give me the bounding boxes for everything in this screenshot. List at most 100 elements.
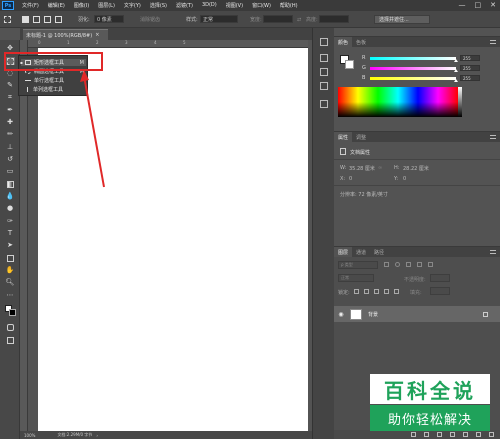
menu-type[interactable]: 文字(Y): [124, 2, 141, 9]
close-button[interactable]: ✕: [490, 1, 496, 10]
lock-image-icon[interactable]: [364, 289, 369, 294]
visibility-eye-icon[interactable]: ◉: [336, 311, 346, 318]
brush-panel-icon[interactable]: [320, 54, 328, 62]
layer-row-background[interactable]: ◉ 背景: [334, 306, 500, 322]
maximize-button[interactable]: □: [475, 1, 482, 10]
move-tool-icon[interactable]: ✥: [5, 44, 15, 52]
dodge-tool-icon[interactable]: ●: [5, 204, 15, 212]
height-input[interactable]: [319, 15, 349, 23]
lock-all-icon[interactable]: [394, 289, 399, 294]
pen-tool-icon[interactable]: ✑: [5, 217, 15, 225]
tab-layers[interactable]: 图层: [334, 247, 353, 257]
menu-image[interactable]: 图像(I): [74, 2, 89, 9]
red-track[interactable]: [370, 56, 458, 62]
add-selection-icon[interactable]: [33, 15, 40, 24]
green-track[interactable]: [370, 66, 458, 72]
menu-layer[interactable]: 图层(L): [98, 2, 115, 9]
path-select-tool-icon[interactable]: ➤: [5, 241, 15, 249]
green-value-input[interactable]: 255: [460, 65, 480, 71]
grayscale-ramp[interactable]: [458, 87, 462, 117]
layer-kind-filter[interactable]: ρ 类型: [338, 261, 378, 269]
blur-tool-icon[interactable]: 💧: [5, 192, 15, 200]
blue-slider[interactable]: B 255: [362, 75, 490, 82]
filter-shape-icon[interactable]: [417, 262, 422, 267]
flyout-item-single-row-marquee[interactable]: 单行选框工具: [21, 77, 86, 84]
menu-file[interactable]: 文件(F): [22, 2, 39, 9]
link-icon[interactable]: ∞: [378, 165, 382, 171]
history-brush-tool-icon[interactable]: ↺: [5, 155, 15, 163]
x-prop-value[interactable]: 0: [349, 176, 352, 182]
tab-color[interactable]: 颜色: [334, 37, 353, 47]
height-prop-value[interactable]: 28.22 厘米: [403, 165, 429, 172]
brush-tool-icon[interactable]: ✏: [5, 130, 15, 138]
green-slider[interactable]: G 255: [362, 65, 490, 72]
blue-track[interactable]: [370, 76, 458, 82]
feather-input[interactable]: 0 像素: [94, 15, 124, 23]
crop-tool-icon[interactable]: ⌗: [5, 93, 15, 101]
lock-artboard-icon[interactable]: [384, 289, 389, 294]
healing-brush-tool-icon[interactable]: ✚: [5, 118, 15, 126]
flyout-item-single-column-marquee[interactable]: 单列选框工具: [21, 86, 86, 93]
filter-smart-icon[interactable]: [428, 262, 433, 267]
layer-name[interactable]: 背景: [368, 311, 378, 318]
tool-preset-icon[interactable]: [4, 15, 11, 24]
intersect-selection-icon[interactable]: [55, 15, 62, 24]
background-color-swatch[interactable]: [345, 60, 354, 69]
panel-menu-icon[interactable]: [490, 250, 496, 254]
quick-mask-icon[interactable]: [5, 323, 15, 331]
eraser-tool-icon[interactable]: ▭: [5, 167, 15, 175]
color-swatches-icon[interactable]: [5, 305, 17, 317]
document-canvas[interactable]: [38, 48, 308, 431]
menu-select[interactable]: 选择(S): [150, 2, 167, 9]
menu-3d[interactable]: 3D(D): [202, 2, 217, 9]
cube-panel-icon[interactable]: [320, 100, 328, 108]
panel-menu-icon[interactable]: [490, 40, 496, 44]
menu-window[interactable]: 窗口(W): [252, 2, 271, 9]
style-select[interactable]: 正常: [200, 15, 238, 23]
menu-view[interactable]: 视图(V): [226, 2, 243, 9]
new-selection-icon[interactable]: [22, 15, 29, 24]
menu-filter[interactable]: 滤镜(T): [176, 2, 193, 9]
tab-swatches[interactable]: 色板: [352, 37, 370, 47]
minimize-button[interactable]: —: [459, 1, 466, 10]
opacity-input[interactable]: [430, 274, 450, 282]
select-and-mask-button[interactable]: 选择并遮住...: [374, 15, 430, 24]
zoom-tool-icon[interactable]: 🔍︎: [5, 278, 15, 286]
gradient-tool-icon[interactable]: [5, 180, 15, 188]
edit-toolbar-icon[interactable]: ⋯: [5, 291, 15, 299]
menu-edit[interactable]: 编辑(E): [48, 2, 65, 9]
history-panel-icon[interactable]: [320, 38, 328, 46]
tab-properties[interactable]: 属性: [334, 132, 353, 142]
lock-transparent-icon[interactable]: [354, 289, 359, 294]
blue-value-input[interactable]: 255: [460, 75, 480, 81]
tab-close-icon[interactable]: ×: [95, 32, 99, 38]
hand-tool-icon[interactable]: ✋: [5, 266, 15, 274]
swap-icon[interactable]: ⇄: [297, 15, 301, 24]
paragraph-panel-icon[interactable]: [320, 82, 328, 90]
y-prop-value[interactable]: 0: [403, 176, 406, 182]
screen-mode-icon[interactable]: [5, 336, 15, 344]
filter-pixel-icon[interactable]: [384, 262, 389, 267]
document-tab[interactable]: 未标题-1 @ 100%(RGB/8#) ×: [23, 29, 108, 40]
subtract-selection-icon[interactable]: [44, 15, 51, 24]
width-prop-value[interactable]: 35.28 厘米: [349, 165, 375, 172]
fill-input[interactable]: [430, 287, 450, 295]
filter-adjust-icon[interactable]: [395, 262, 400, 267]
quick-select-tool-icon[interactable]: ✎: [5, 81, 15, 89]
tab-paths[interactable]: 路径: [370, 247, 388, 257]
tab-adjustments[interactable]: 调整: [352, 132, 370, 142]
zoom-level[interactable]: 100%: [24, 433, 35, 438]
red-slider[interactable]: R 255: [362, 55, 490, 62]
antialias-checkbox[interactable]: 消除锯齿: [140, 15, 160, 24]
eyedropper-tool-icon[interactable]: ✒: [5, 106, 15, 114]
character-panel-icon[interactable]: [320, 68, 328, 76]
blend-mode-select[interactable]: 正常: [338, 274, 374, 282]
filter-type-icon[interactable]: [406, 262, 411, 267]
red-value-input[interactable]: 255: [460, 55, 480, 61]
clone-stamp-tool-icon[interactable]: ⊥: [5, 143, 15, 151]
rectangle-tool-icon[interactable]: [5, 254, 15, 262]
type-tool-icon[interactable]: T: [5, 229, 15, 237]
status-arrow-icon[interactable]: ›: [96, 433, 98, 438]
width-input[interactable]: [263, 15, 293, 23]
tab-channels[interactable]: 通道: [352, 247, 370, 257]
